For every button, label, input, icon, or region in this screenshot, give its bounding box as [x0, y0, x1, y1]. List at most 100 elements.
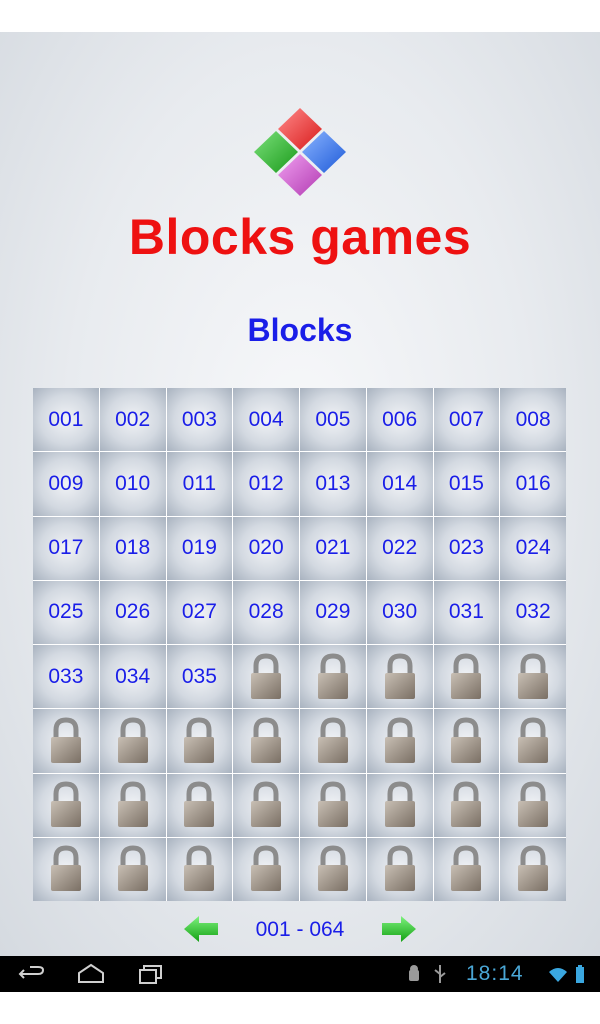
padlock-icon — [46, 844, 86, 894]
level-button[interactable]: 021 — [300, 516, 366, 580]
level-button[interactable]: 026 — [99, 580, 166, 644]
level-button[interactable]: 015 — [433, 452, 500, 516]
padlock-icon — [380, 652, 420, 702]
back-icon[interactable] — [16, 962, 46, 986]
padlock-icon — [513, 780, 553, 830]
locked-level-button[interactable] — [300, 773, 366, 837]
locked-level-button[interactable] — [500, 645, 566, 709]
level-button[interactable]: 014 — [366, 452, 433, 516]
level-button[interactable]: 006 — [366, 388, 433, 452]
locked-level-button[interactable] — [433, 645, 500, 709]
locked-level-button[interactable] — [366, 645, 433, 709]
level-button[interactable]: 022 — [366, 516, 433, 580]
locked-level-button[interactable] — [366, 837, 433, 901]
level-button[interactable]: 007 — [433, 388, 500, 452]
locked-level-button[interactable] — [433, 709, 500, 773]
padlock-icon — [513, 844, 553, 894]
battery-icon — [576, 965, 584, 983]
padlock-icon — [313, 716, 353, 766]
recent-apps-icon[interactable] — [136, 962, 166, 986]
green-left-arrow-icon[interactable] — [183, 914, 219, 944]
locked-level-button[interactable] — [433, 773, 500, 837]
level-button[interactable]: 020 — [233, 516, 299, 580]
padlock-icon — [179, 780, 219, 830]
level-button[interactable]: 024 — [500, 516, 566, 580]
locked-level-button[interactable] — [99, 837, 166, 901]
page-range: 001 - 064 — [255, 918, 345, 941]
locked-level-button[interactable] — [366, 709, 433, 773]
padlock-icon — [380, 716, 420, 766]
system-navigation-bar: 18:14 — [0, 956, 600, 992]
level-button[interactable]: 010 — [99, 452, 166, 516]
level-button[interactable]: 012 — [233, 452, 299, 516]
level-button[interactable]: 031 — [433, 580, 500, 644]
level-button[interactable]: 017 — [33, 516, 99, 580]
padlock-icon — [446, 652, 486, 702]
locked-level-button[interactable] — [233, 645, 299, 709]
locked-level-button[interactable] — [33, 837, 99, 901]
padlock-icon — [313, 780, 353, 830]
level-button[interactable]: 030 — [366, 580, 433, 644]
locked-level-button[interactable] — [500, 773, 566, 837]
top-margin — [0, 0, 600, 32]
locked-level-button[interactable] — [99, 709, 166, 773]
padlock-icon — [446, 844, 486, 894]
level-button[interactable]: 035 — [166, 645, 233, 709]
level-button[interactable]: 016 — [500, 452, 566, 516]
locked-level-button[interactable] — [500, 837, 566, 901]
level-button[interactable]: 013 — [300, 452, 366, 516]
level-button[interactable]: 005 — [300, 388, 366, 452]
pager: 001 - 064 — [0, 912, 600, 950]
padlock-icon — [113, 844, 153, 894]
level-button[interactable]: 019 — [166, 516, 233, 580]
home-icon[interactable] — [76, 962, 106, 986]
blocks-logo-icon — [254, 108, 346, 196]
locked-level-button[interactable] — [166, 837, 233, 901]
padlock-icon — [380, 844, 420, 894]
level-button[interactable]: 032 — [500, 580, 566, 644]
level-button[interactable]: 018 — [99, 516, 166, 580]
level-button[interactable]: 028 — [233, 580, 299, 644]
level-button[interactable]: 001 — [33, 388, 99, 452]
padlock-icon — [113, 716, 153, 766]
locked-level-button[interactable] — [300, 837, 366, 901]
usb-icon — [434, 965, 446, 983]
locked-level-button[interactable] — [233, 709, 299, 773]
level-button[interactable]: 034 — [99, 645, 166, 709]
locked-level-button[interactable] — [99, 773, 166, 837]
level-button[interactable]: 004 — [233, 388, 299, 452]
padlock-icon — [246, 844, 286, 894]
level-button[interactable]: 003 — [166, 388, 233, 452]
level-button[interactable]: 025 — [33, 580, 99, 644]
locked-level-button[interactable] — [233, 837, 299, 901]
level-button[interactable]: 008 — [500, 388, 566, 452]
level-button[interactable]: 011 — [166, 452, 233, 516]
status-clock: 18:14 — [466, 962, 524, 985]
locked-level-button[interactable] — [233, 773, 299, 837]
locked-level-button[interactable] — [166, 773, 233, 837]
wifi-icon — [549, 968, 567, 982]
locked-level-button[interactable] — [33, 773, 99, 837]
locked-level-button[interactable] — [33, 709, 99, 773]
level-button[interactable]: 029 — [300, 580, 366, 644]
padlock-icon — [313, 652, 353, 702]
locked-level-button[interactable] — [500, 709, 566, 773]
screen: Blocks games Blocks 001 002 003 004 005 006 00… — [0, 0, 600, 1024]
level-button[interactable]: 002 — [99, 388, 166, 452]
locked-level-button[interactable] — [433, 837, 500, 901]
app-title: Blocks games — [128, 209, 472, 265]
locked-level-button[interactable] — [300, 645, 366, 709]
level-button[interactable]: 009 — [33, 452, 99, 516]
level-button[interactable]: 023 — [433, 516, 500, 580]
padlock-icon — [513, 716, 553, 766]
padlock-icon — [380, 780, 420, 830]
locked-level-button[interactable] — [366, 773, 433, 837]
bottom-margin — [0, 992, 600, 1024]
padlock-icon — [446, 780, 486, 830]
padlock-icon — [246, 716, 286, 766]
level-button[interactable]: 027 — [166, 580, 233, 644]
green-right-arrow-icon[interactable] — [381, 914, 417, 944]
level-button[interactable]: 033 — [33, 645, 99, 709]
locked-level-button[interactable] — [300, 709, 366, 773]
locked-level-button[interactable] — [166, 709, 233, 773]
